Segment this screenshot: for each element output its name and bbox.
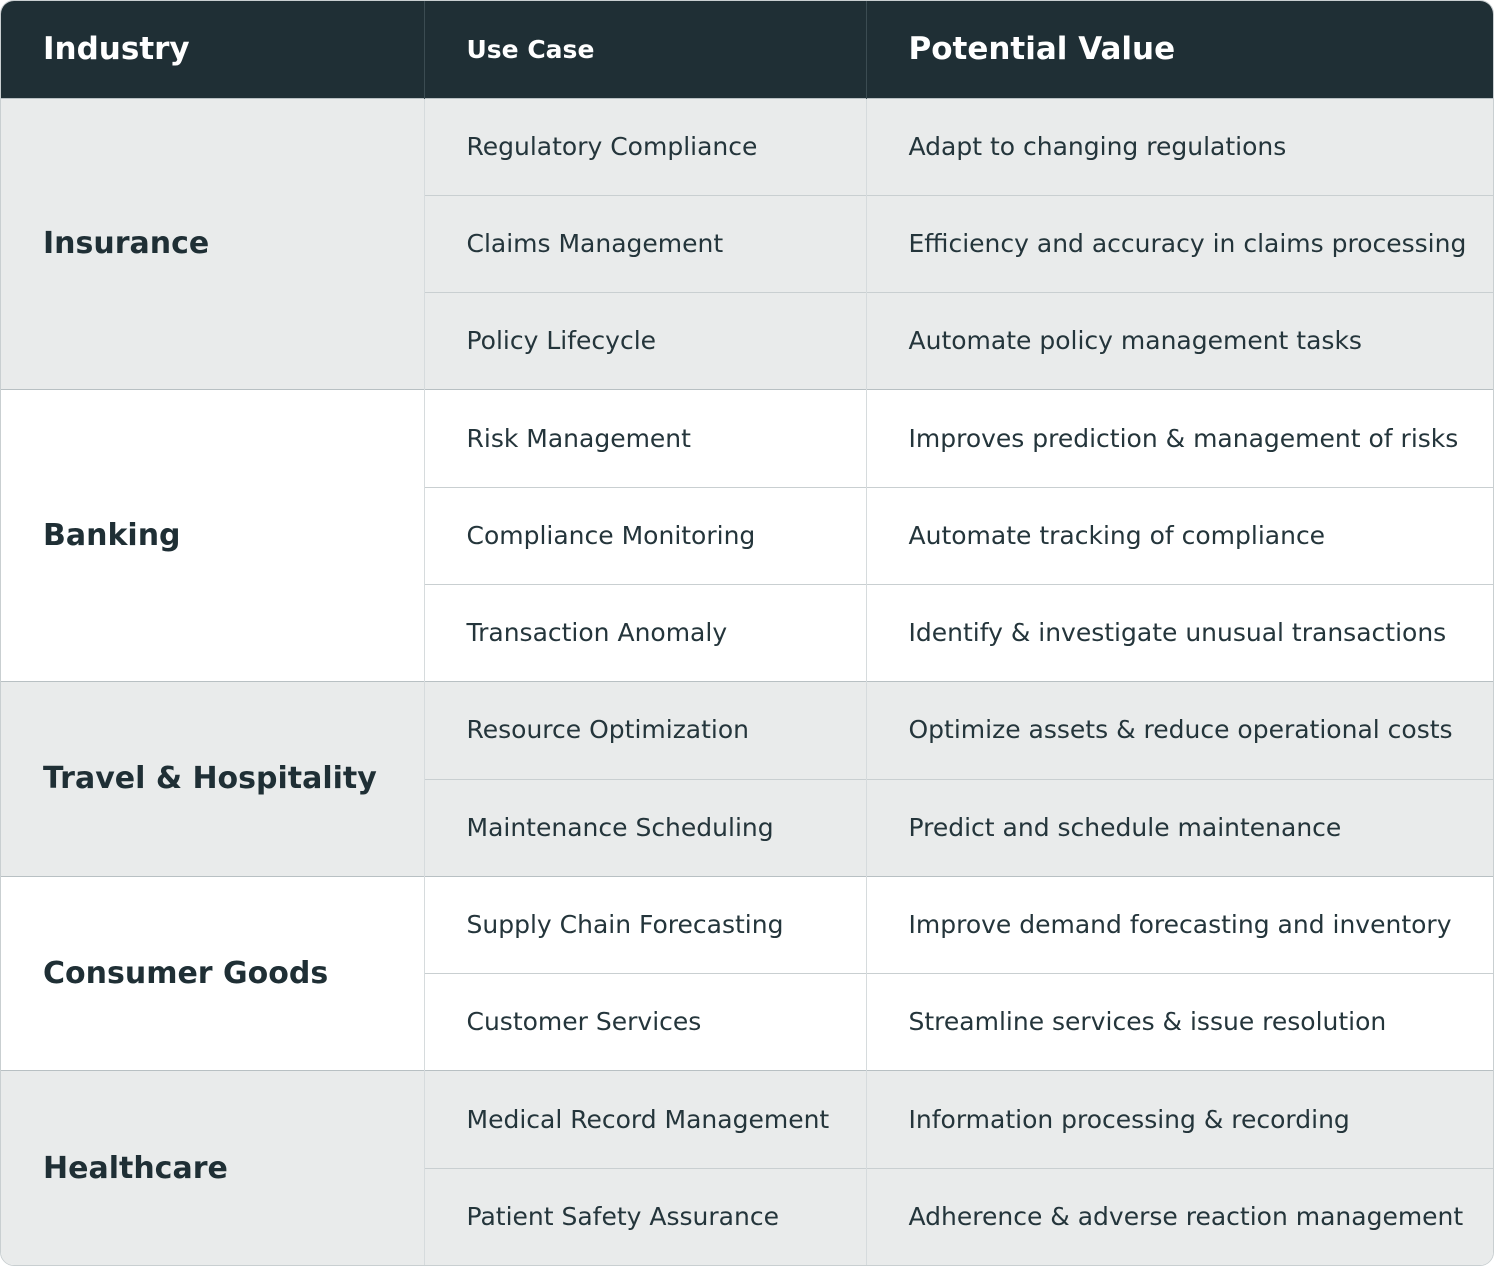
potential-value-cell: Adherence & adverse reaction management bbox=[865, 1167, 1493, 1265]
potential-value-cell: Automate tracking of compliance bbox=[865, 486, 1493, 585]
use-case-cell: Resource Optimization bbox=[423, 681, 866, 780]
industry-use-case-table: Industry Use Case Potential Value Insura… bbox=[0, 0, 1494, 1266]
table-row: Insurance Regulatory Compliance Adapt to… bbox=[1, 97, 1493, 390]
table-body: Insurance Regulatory Compliance Adapt to… bbox=[1, 97, 1493, 1265]
table-row: Banking Risk Management Improves predict… bbox=[1, 389, 1493, 682]
use-case-cell: Maintenance Scheduling bbox=[423, 778, 866, 877]
use-case-cell: Risk Management bbox=[423, 389, 866, 488]
use-case-cell: Medical Record Management bbox=[423, 1070, 866, 1169]
use-case-cell: Policy Lifecycle bbox=[423, 292, 866, 390]
table: Industry Use Case Potential Value Insura… bbox=[1, 1, 1493, 1265]
use-case-cell: Customer Services bbox=[423, 973, 866, 1071]
table-row: Travel & Hospitality Resource Optimizati… bbox=[1, 681, 1493, 877]
industry-cell-insurance: Insurance bbox=[1, 97, 424, 390]
column-header-industry: Industry bbox=[43, 31, 190, 68]
potential-value-cell: Streamline services & issue resolution bbox=[865, 973, 1493, 1071]
column-header-use-case: Use Case bbox=[423, 1, 866, 98]
use-case-cell: Claims Management bbox=[423, 194, 866, 293]
potential-value-cell: Identify & investigate unusual transacti… bbox=[865, 583, 1493, 682]
potential-value-cell: Predict and schedule maintenance bbox=[865, 778, 1493, 877]
potential-value-cell: Improves prediction & management of risk… bbox=[865, 389, 1493, 488]
industry-cell-healthcare: Healthcare bbox=[1, 1070, 424, 1265]
table-header: Industry Use Case Potential Value bbox=[1, 1, 1493, 98]
use-case-cell: Compliance Monitoring bbox=[423, 486, 866, 585]
potential-value-cell: Improve demand forecasting and inventory bbox=[865, 875, 1493, 974]
potential-value-cell: Information processing & recording bbox=[865, 1070, 1493, 1169]
industry-cell-travel-hospitality: Travel & Hospitality bbox=[1, 681, 424, 877]
use-case-cell: Transaction Anomaly bbox=[423, 583, 866, 682]
use-case-cell: Supply Chain Forecasting bbox=[423, 875, 866, 974]
industry-cell-consumer-goods: Consumer Goods bbox=[1, 875, 424, 1071]
potential-value-cell: Efficiency and accuracy in claims proces… bbox=[865, 194, 1493, 293]
use-case-cell: Patient Safety Assurance bbox=[423, 1167, 866, 1265]
potential-value-cell: Automate policy management tasks bbox=[865, 292, 1493, 390]
header-row: Industry Use Case Potential Value bbox=[1, 1, 1493, 98]
table-row: Consumer Goods Supply Chain Forecasting … bbox=[1, 875, 1493, 1071]
potential-value-cell: Adapt to changing regulations bbox=[865, 97, 1493, 196]
table-row: Healthcare Medical Record Management Inf… bbox=[1, 1070, 1493, 1265]
column-header-potential-value: Potential Value bbox=[865, 1, 1493, 98]
use-case-cell: Regulatory Compliance bbox=[423, 97, 866, 196]
potential-value-cell: Optimize assets & reduce operational cos… bbox=[865, 681, 1493, 780]
industry-cell-banking: Banking bbox=[1, 389, 424, 682]
